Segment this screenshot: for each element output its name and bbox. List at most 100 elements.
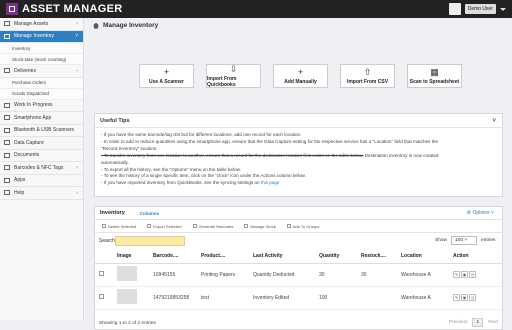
tile-button[interactable]: ⇧ Import From CSV [340,64,395,88]
sidebar-item[interactable]: Manage Assets ‹ [0,18,83,31]
table-row[interactable]: 1479219853258 test Inventory Edited 100 Ware… [95,286,502,310]
row-checkbox[interactable] [99,294,104,299]
sidebar-subitem[interactable]: Inventory [0,43,83,54]
sidebar-item[interactable]: Help ‹ [0,187,83,200]
cell-product: Printing Papers [201,263,253,287]
tile-label: Import From CSV [346,78,389,85]
table-row[interactable]: 10945155 Printing Papers Quantity Deducted… [95,263,502,287]
sidebar-item-label: Bluetooth & USB Scanners [14,127,75,134]
sidebar-item-label: Manage Assets [14,20,49,27]
history-icon[interactable]: ◷ [469,271,476,278]
sidebar-item-label: Work In Progress [14,102,53,109]
tile-button[interactable]: + Add Manually [273,64,328,88]
form-icon [4,140,10,146]
tips-header[interactable]: Useful Tips ˅ [95,114,502,128]
sidebar-subitem[interactable]: Goods Dispatched [0,88,83,100]
toolbar-button-label: Export Selected [153,223,182,229]
sidebar-item[interactable]: Deliveries ‹ [0,65,83,78]
column-header[interactable]: Action [453,249,502,264]
tip-text: - To transfer inventory from one locatio… [101,152,364,158]
toolbar-button[interactable]: Export Selected [143,222,185,231]
tile-label: Import From Quickbooks [207,75,237,88]
cell-barcode: 1479219853258 [153,286,201,310]
tip-text: - To export all the history, see the "Op… [101,166,241,172]
toolbar-button[interactable]: Manage Stock [240,222,280,231]
sidebar-item[interactable]: Data Capture [0,137,83,150]
tip-link[interactable]: this page [261,180,280,185]
cell-quantity: 30 [319,263,361,287]
apps-icon [4,177,10,183]
cell-restock: 30 [361,263,401,287]
column-header[interactable]: Product.... [201,249,253,264]
pagination: Previous 1 Next [449,318,498,327]
toolbar-button[interactable]: Add To Groups [283,222,324,231]
page-size-value: 100 [455,238,464,243]
tip-text: - If you have imported inventory from Qu… [101,180,261,186]
sidebar-item[interactable]: Manage Inventory ˅ [0,30,83,43]
page-size-select[interactable]: 100 ˅ [451,236,477,245]
toolbar-button[interactable]: Delete Selected [98,222,140,231]
column-header[interactable]: Quantity [319,249,361,264]
sidebar-item[interactable]: Documents [0,150,83,162]
column-header[interactable]: Image [117,249,153,264]
tip-line: - To transfer inventory from one locatio… [101,153,496,160]
inventory-header: Inventory Columns ⚙ Options ˅ [95,207,502,220]
column-header[interactable]: Last Activity [253,249,319,264]
page-1-button[interactable]: 1 [472,318,484,327]
sidebar-item-label: Smartphone App [14,114,52,121]
home-icon[interactable] [93,22,99,29]
toolbar-button-label: Delete Selected [108,223,137,229]
tab-columns[interactable]: Columns [140,211,159,216]
tile-button[interactable]: ▦ Scan to Spreadsheet [407,64,462,88]
tile-button[interactable]: ⇩ Import From Quickbooks [206,64,261,88]
sidebar-item[interactable]: Apps [0,175,83,187]
tile-label: Scan to Spreadsheet [409,78,460,85]
cell-barcode: 10945155 [153,263,201,287]
tip-text: "Record Inventory" location. [101,145,158,151]
search-label: Search: [99,238,117,244]
tile-button[interactable]: + Use A Scanner [139,64,194,88]
sidebar-item[interactable]: Barcodes & NFC Tags ‹ [0,162,83,175]
toolbar-button-label: Manage Stock [250,223,276,229]
truck-icon [4,68,10,74]
sidebar-item[interactable]: Bluetooth & USB Scanners [0,125,83,137]
view-icon[interactable]: ◉ [461,294,468,301]
cell-restock [361,286,401,310]
tab-inventory[interactable]: Inventory [100,210,125,216]
edit-icon[interactable]: ✎ [453,271,460,278]
next-page-button[interactable]: Next [488,320,498,325]
sidebar-subitem[interactable]: Purchase Orders [0,77,83,89]
brand-name: ASSET MANAGER [22,3,123,15]
column-header[interactable]: Location [401,249,453,264]
column-header[interactable]: Restock.... [361,249,401,264]
avatar[interactable] [448,3,461,15]
collapse-chevron-icon[interactable]: ˅ [492,118,496,124]
toolbar-button[interactable]: Generate Barcodes [189,222,238,231]
column-header[interactable]: Barcode.... [153,249,201,264]
options-button[interactable]: ⚙ Options ˅ [467,210,494,216]
grid-icon [4,33,10,39]
row-checkbox[interactable] [99,271,104,276]
edit-icon[interactable]: ✎ [453,294,460,301]
sidebar-item[interactable]: Work In Progress [0,100,83,112]
tip-text: - If you have the same barcode/tag IDs b… [101,132,302,137]
tools-icon [4,102,10,108]
tip-line: - To see the history of a single specifi… [101,173,496,180]
sidebar-subitem[interactable]: Stock-take (stock counting) [0,54,83,65]
search-input[interactable] [115,236,185,246]
history-icon[interactable]: ◷ [469,294,476,301]
logo-icon [6,3,18,15]
chevron-icon: ‹ [76,20,78,27]
user-name[interactable]: Demo User [464,4,496,14]
cell-location: Warehouse A [401,286,453,310]
plus-icon: + [297,66,304,77]
tip-text: automatically. [101,159,129,165]
image-cell [117,286,153,310]
sidebar-item[interactable]: Smartphone App [0,112,83,125]
cell-activity: Quantity Deducted [253,263,319,287]
chevron-icon: ˅ [75,33,78,40]
image-cell [117,263,153,287]
prev-page-button[interactable]: Previous [449,320,468,325]
view-icon[interactable]: ◉ [461,271,468,278]
user-menu-chevron-icon[interactable] [500,7,506,11]
